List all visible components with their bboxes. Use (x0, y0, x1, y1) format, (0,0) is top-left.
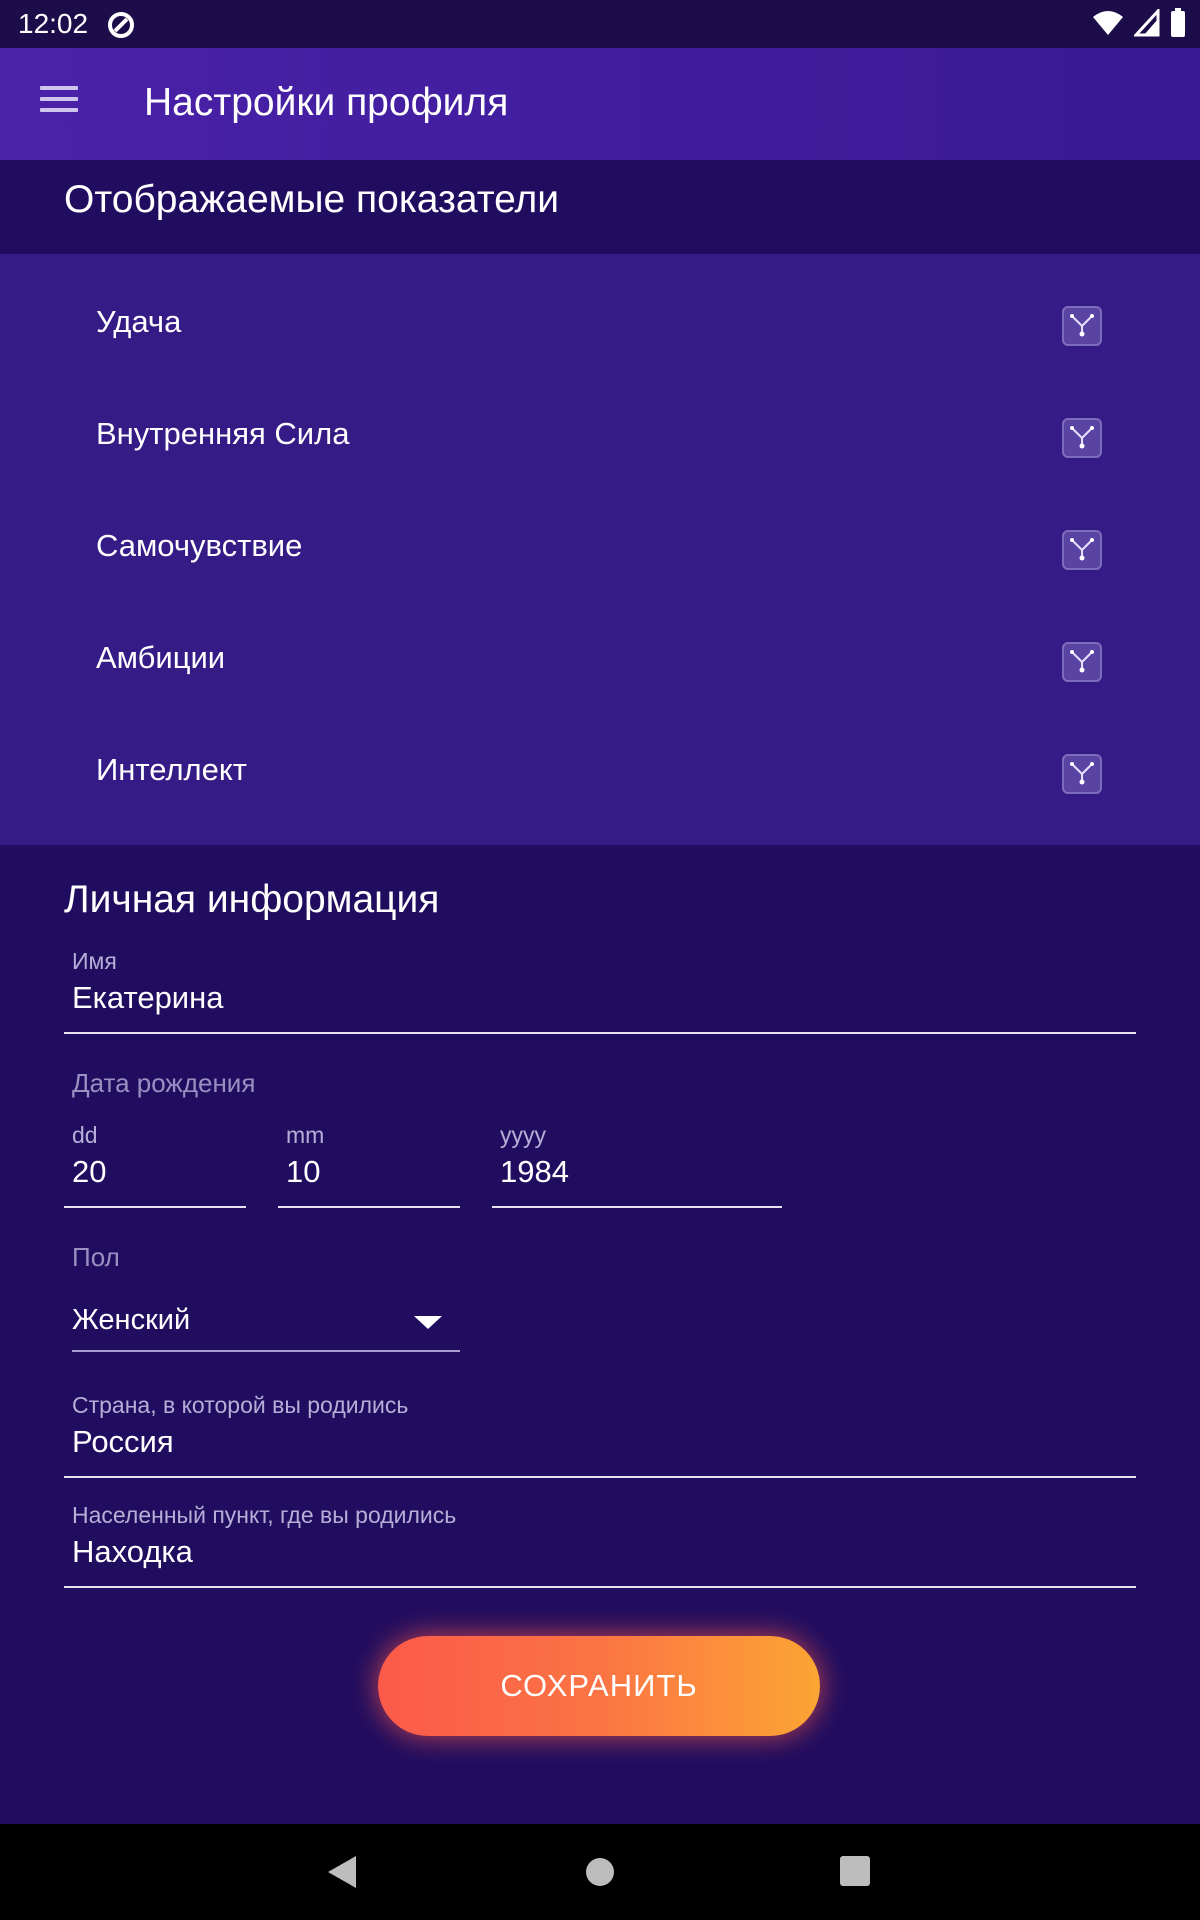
indicators-list: Удача Внутренняя Сила Самочувствие Амбиц… (0, 254, 1200, 845)
birth-day-field[interactable]: dd 20 (64, 1122, 246, 1210)
city-underline (64, 1586, 1136, 1588)
gender-value: Женский (72, 1304, 191, 1336)
page-title: Настройки профиля (144, 81, 509, 124)
country-label: Страна, в которой вы родились (72, 1392, 409, 1418)
country-input[interactable]: Россия (72, 1424, 174, 1460)
system-nav-bar (0, 1824, 1200, 1920)
gender-underline (72, 1350, 460, 1352)
day-hint: dd (72, 1122, 98, 1148)
indicator-row-wellbeing[interactable]: Самочувствие (0, 478, 1200, 590)
city-label: Населенный пункт, где вы родились (72, 1502, 457, 1528)
name-label: Имя (72, 948, 117, 974)
indicator-label: Внутренняя Сила (96, 416, 350, 451)
month-underline (278, 1206, 460, 1208)
year-underline (492, 1206, 782, 1208)
indicator-row-luck[interactable]: Удача (0, 254, 1200, 366)
month-input[interactable]: 10 (286, 1154, 320, 1190)
year-hint: yyyy (500, 1122, 546, 1148)
back-icon[interactable] (326, 1854, 358, 1895)
city-input[interactable]: Находка (72, 1534, 193, 1570)
birth-date-label: Дата рождения (72, 1068, 256, 1098)
personal-info-title: Личная информация (64, 878, 440, 921)
status-time: 12:02 (18, 8, 89, 39)
name-field[interactable]: Имя Екатерина (64, 948, 1136, 1036)
gender-label: Пол (72, 1242, 120, 1272)
save-button[interactable]: СОХРАНИТЬ (378, 1636, 820, 1736)
indicator-checkbox[interactable] (1062, 418, 1102, 458)
indicator-label: Удача (96, 304, 182, 339)
indicator-row-inner-strength[interactable]: Внутренняя Сила (0, 366, 1200, 478)
menu-icon[interactable] (40, 86, 88, 122)
sync-icon (106, 10, 136, 45)
indicator-label: Амбиции (96, 640, 226, 675)
indicator-row-intellect[interactable]: Интеллект (0, 702, 1200, 814)
city-field[interactable]: Населенный пункт, где вы родились Находк… (64, 1502, 1136, 1590)
indicator-checkbox[interactable] (1062, 642, 1102, 682)
indicator-row-ambitions[interactable]: Амбиции (0, 590, 1200, 702)
year-input[interactable]: 1984 (500, 1154, 569, 1190)
indicator-checkbox[interactable] (1062, 306, 1102, 346)
name-underline (64, 1032, 1136, 1034)
recents-icon[interactable] (840, 1856, 870, 1891)
day-input[interactable]: 20 (72, 1154, 106, 1190)
indicator-label: Самочувствие (96, 528, 303, 563)
birth-year-field[interactable]: yyyy 1984 (492, 1122, 782, 1210)
signal-icon (1132, 7, 1160, 42)
chevron-down-icon[interactable] (414, 1316, 442, 1329)
country-underline (64, 1476, 1136, 1478)
status-bar: 12:02 (0, 0, 1200, 48)
birth-month-field[interactable]: mm 10 (278, 1122, 460, 1210)
indicators-header: Отображаемые показатели (0, 160, 1200, 254)
gender-select[interactable]: Женский (72, 1296, 460, 1352)
wifi-icon (1092, 9, 1124, 42)
battery-icon (1170, 8, 1186, 43)
name-input[interactable]: Екатерина (72, 980, 224, 1016)
month-hint: mm (286, 1122, 325, 1148)
app-bar: Настройки профиля (0, 48, 1200, 160)
indicator-checkbox[interactable] (1062, 754, 1102, 794)
day-underline (64, 1206, 246, 1208)
indicator-label: Интеллект (96, 752, 247, 787)
indicators-title: Отображаемые показатели (64, 178, 560, 221)
country-field[interactable]: Страна, в которой вы родились Россия (64, 1392, 1136, 1480)
home-icon[interactable] (584, 1856, 616, 1893)
indicator-checkbox[interactable] (1062, 530, 1102, 570)
